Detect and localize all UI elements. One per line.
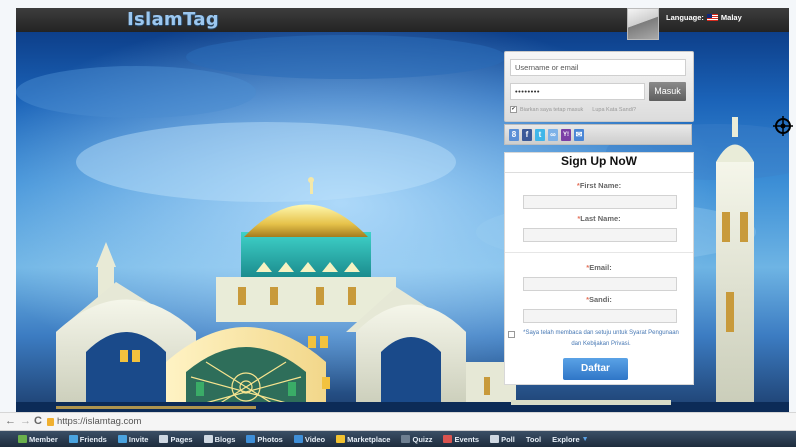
login-button[interactable]: Masuk xyxy=(649,82,686,101)
divider xyxy=(505,252,693,253)
site-logo[interactable]: IslamTag xyxy=(127,9,219,30)
events-icon xyxy=(443,435,453,443)
language-value[interactable]: Malay xyxy=(721,13,742,22)
signup-panel: Sign Up NoW *First Name: *Last Name: *Em… xyxy=(504,152,694,385)
back-arrow-icon[interactable]: ← xyxy=(5,415,16,427)
appbar-photos[interactable]: Photos xyxy=(246,435,283,444)
email-label: *Email: xyxy=(586,263,612,272)
reload-icon[interactable]: C xyxy=(34,415,42,427)
appbar-friends[interactable]: Friends xyxy=(68,435,107,444)
twitter-icon[interactable]: t xyxy=(535,128,545,141)
register-button[interactable]: Daftar xyxy=(563,358,628,380)
mail-icon[interactable]: ✉ xyxy=(574,128,584,141)
first-name-label: *First Name: xyxy=(576,181,622,190)
video-icon xyxy=(293,435,303,443)
login-form: Username or email •••••••• Masuk ✔ Biark… xyxy=(504,51,694,122)
windows-live-icon[interactable]: ∞ xyxy=(548,128,558,141)
terms-agreement[interactable]: *Saya telah membaca dan setuju untuk Sya… xyxy=(508,328,694,350)
divider xyxy=(505,172,693,173)
language-label: Language: xyxy=(666,13,704,22)
first-name-input[interactable] xyxy=(523,195,677,209)
appbar-member[interactable]: Member xyxy=(18,435,58,444)
member-icon xyxy=(18,435,27,443)
marketplace-icon xyxy=(336,435,346,443)
appbar-explore[interactable]: Explore ▼ xyxy=(552,435,588,444)
terms-line-2: dan Kebijakan Privasi. xyxy=(571,341,631,347)
invite-icon xyxy=(117,435,127,443)
quizz-icon xyxy=(401,435,411,443)
url-text[interactable]: https://islamtag.com xyxy=(57,416,141,427)
appbar-tool[interactable]: Tool xyxy=(526,435,541,444)
appbar-marketplace[interactable]: Marketplace xyxy=(336,435,390,444)
poll-icon xyxy=(490,435,500,443)
remember-label: Biarkan saya tetap masuk xyxy=(520,106,584,113)
email-input[interactable] xyxy=(523,277,677,291)
remember-checkbox[interactable]: ✔ xyxy=(510,106,517,113)
browser-address-bar: ← → C https://islamtag.com xyxy=(0,412,796,431)
terms-line-1: *Saya telah membaca dan setuju untuk Sya… xyxy=(523,330,679,336)
profile-image-placeholder[interactable] xyxy=(627,8,659,40)
crosshair-icon xyxy=(773,116,793,136)
password-input[interactable]: •••••••• xyxy=(510,83,645,100)
blogs-icon xyxy=(203,435,213,443)
appbar-events[interactable]: Events xyxy=(443,435,479,444)
yahoo-icon[interactable]: Y! xyxy=(561,128,571,141)
appbar-quizz[interactable]: Quizz xyxy=(401,435,432,444)
social-login-bar: 8 f t ∞ Y! ✉ xyxy=(504,124,692,145)
facebook-icon[interactable]: f xyxy=(522,128,532,141)
remember-me[interactable]: ✔ Biarkan saya tetap masuk Lupa Kata San… xyxy=(510,106,636,113)
lock-icon xyxy=(47,417,54,426)
top-header: IslamTag Language: Malay xyxy=(16,8,789,40)
malaysia-flag-icon xyxy=(706,14,718,21)
chevron-down-icon: ▼ xyxy=(581,435,589,443)
appbar-poll[interactable]: Poll xyxy=(490,435,515,444)
last-name-label: *Last Name: xyxy=(577,214,621,223)
username-input[interactable]: Username or email xyxy=(510,59,686,76)
last-name-input[interactable] xyxy=(523,228,677,242)
appbar-invite[interactable]: Invite xyxy=(117,435,148,444)
friends-icon xyxy=(68,435,78,443)
password-label: *Sandi: xyxy=(586,295,612,304)
pages-icon xyxy=(159,435,169,443)
signup-title: Sign Up NoW xyxy=(561,154,637,168)
google-icon[interactable]: 8 xyxy=(509,128,519,141)
url-field[interactable]: https://islamtag.com xyxy=(47,416,141,427)
password-signup-input[interactable] xyxy=(523,309,677,323)
appbar-pages[interactable]: Pages xyxy=(159,435,193,444)
photos-icon xyxy=(246,435,256,443)
forgot-password-link[interactable]: Lupa Kata Sandi? xyxy=(592,107,636,113)
forward-arrow-icon[interactable]: → xyxy=(20,415,31,427)
appbar-video[interactable]: Video xyxy=(293,435,325,444)
appbar-blogs[interactable]: Blogs xyxy=(203,435,235,444)
language-selector[interactable]: Language: Malay xyxy=(666,13,742,22)
bottom-app-bar: Member Friends Invite Pages Blogs Photos… xyxy=(0,431,796,447)
